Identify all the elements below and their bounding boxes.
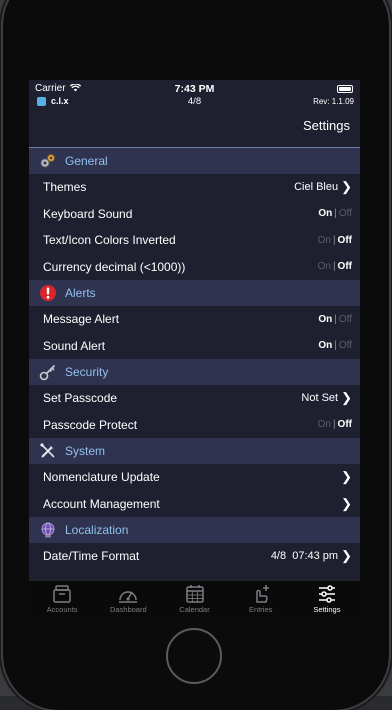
section-header-general: General	[29, 148, 360, 174]
set-passcode-value: Not Set ❯	[301, 390, 352, 406]
battery-icon	[337, 85, 353, 93]
toggle-off-option[interactable]: Off	[338, 261, 352, 272]
toggle-on-option[interactable]: On	[318, 314, 332, 325]
toggle-on-option[interactable]: On	[318, 235, 331, 246]
chevron-right-icon: ❯	[341, 179, 352, 195]
date-time-format-value: 4/8 07:43 pm ❯	[271, 548, 352, 564]
section-title: Localization	[65, 523, 128, 537]
currency-decimal-toggle[interactable]: On|Off	[318, 261, 352, 272]
date-time-format-row[interactable]: Date/Time Format 4/8 07:43 pm ❯	[29, 543, 360, 570]
toggle-off-option[interactable]: Off	[339, 208, 352, 219]
toggle-on-option[interactable]: On	[318, 261, 331, 272]
settings-icon	[316, 584, 338, 604]
row-label: Sound Alert	[43, 339, 105, 353]
message-alert-row: Message Alert On|Off	[29, 306, 360, 333]
alert-icon	[39, 284, 57, 302]
tab-accounts[interactable]: Accounts	[29, 581, 95, 616]
background-text-fragment: /	[389, 582, 392, 596]
page-indicator: 4/8	[29, 96, 360, 107]
page-title: Settings	[303, 118, 350, 133]
keyboard-sound-toggle[interactable]: On|Off	[318, 208, 352, 219]
section-title: General	[65, 154, 108, 168]
row-label: Account Management	[43, 497, 160, 511]
tab-settings[interactable]: Settings	[294, 581, 360, 616]
globe-icon	[39, 521, 57, 539]
tab-label: Settings	[313, 605, 340, 614]
app-info-row: c.l.x 4/8 Rev: 1.1.09	[29, 96, 360, 110]
row-label: Keyboard Sound	[43, 207, 132, 221]
row-label: Nomenclature Update	[43, 470, 160, 484]
toggle-off-option[interactable]: Off	[338, 235, 352, 246]
chevron-right-icon: ❯	[341, 390, 352, 406]
tools-icon	[39, 442, 57, 460]
dashboard-icon	[117, 584, 139, 604]
section-header-alerts: Alerts	[29, 280, 360, 306]
row-label: Text/Icon Colors Inverted	[43, 233, 176, 247]
passcode-protect-toggle[interactable]: On|Off	[318, 419, 352, 430]
row-label: Message Alert	[43, 312, 119, 326]
section-title: Alerts	[65, 286, 96, 300]
row-label: Themes	[43, 180, 86, 194]
row-label: Date/Time Format	[43, 549, 139, 563]
text-icon-inverted-toggle[interactable]: On|Off	[318, 235, 352, 246]
account-management-row[interactable]: Account Management ❯	[29, 491, 360, 518]
sound-alert-row: Sound Alert On|Off	[29, 333, 360, 360]
chevron-right-icon: ❯	[341, 469, 352, 485]
settings-list: General Themes Ciel Bleu ❯ Keyboard Soun…	[29, 148, 360, 570]
section-title: Security	[65, 365, 108, 379]
gears-icon	[39, 152, 57, 170]
navigation-bar: Settings	[29, 110, 360, 148]
section-title: System	[65, 444, 105, 458]
set-passcode-row[interactable]: Set Passcode Not Set ❯	[29, 385, 360, 412]
text-icon-inverted-row: Text/Icon Colors Inverted On|Off	[29, 227, 360, 254]
section-header-security: Security	[29, 359, 360, 385]
currency-decimal-row: Currency decimal (<1000)) On|Off	[29, 254, 360, 281]
app-screen: Carrier 7:43 PM c.l.x 4/8 Rev: 1.1.09 Se…	[29, 80, 360, 616]
section-header-localization: Localization	[29, 517, 360, 543]
passcode-protect-row: Passcode Protect On|Off	[29, 412, 360, 439]
clock: 7:43 PM	[29, 83, 360, 95]
tab-calendar[interactable]: Calendar	[161, 581, 227, 616]
tab-bar: Accounts Dashboard Calendar	[29, 580, 360, 616]
keyboard-sound-row: Keyboard Sound On|Off	[29, 201, 360, 228]
entries-icon	[250, 584, 272, 604]
tab-label: Entries	[249, 605, 272, 614]
tab-label: Calendar	[179, 605, 209, 614]
toggle-on-option[interactable]: On	[318, 340, 332, 351]
tab-label: Dashboard	[110, 605, 147, 614]
calendar-icon	[184, 584, 206, 604]
tab-dashboard[interactable]: Dashboard	[95, 581, 161, 616]
toggle-off-option[interactable]: Off	[338, 419, 352, 430]
row-label: Passcode Protect	[43, 418, 137, 432]
toggle-on-option[interactable]: On	[318, 208, 332, 219]
key-icon	[39, 363, 57, 381]
row-label: Currency decimal (<1000))	[43, 260, 185, 274]
themes-value: Ciel Bleu ❯	[294, 179, 352, 195]
revision-label: Rev: 1.1.09	[313, 97, 354, 106]
home-button[interactable]	[166, 628, 222, 684]
chevron-right-icon: ❯	[341, 496, 352, 512]
row-label: Set Passcode	[43, 391, 117, 405]
section-header-system: System	[29, 438, 360, 464]
tab-entries[interactable]: Entries	[228, 581, 294, 616]
themes-row[interactable]: Themes Ciel Bleu ❯	[29, 174, 360, 201]
toggle-off-option[interactable]: Off	[339, 314, 352, 325]
message-alert-toggle[interactable]: On|Off	[318, 314, 352, 325]
nomenclature-update-row[interactable]: Nomenclature Update ❯	[29, 464, 360, 491]
tab-label: Accounts	[47, 605, 78, 614]
chevron-right-icon: ❯	[341, 548, 352, 564]
toggle-on-option[interactable]: On	[318, 419, 331, 430]
toggle-off-option[interactable]: Off	[339, 340, 352, 351]
sound-alert-toggle[interactable]: On|Off	[318, 340, 352, 351]
accounts-icon	[51, 584, 73, 604]
